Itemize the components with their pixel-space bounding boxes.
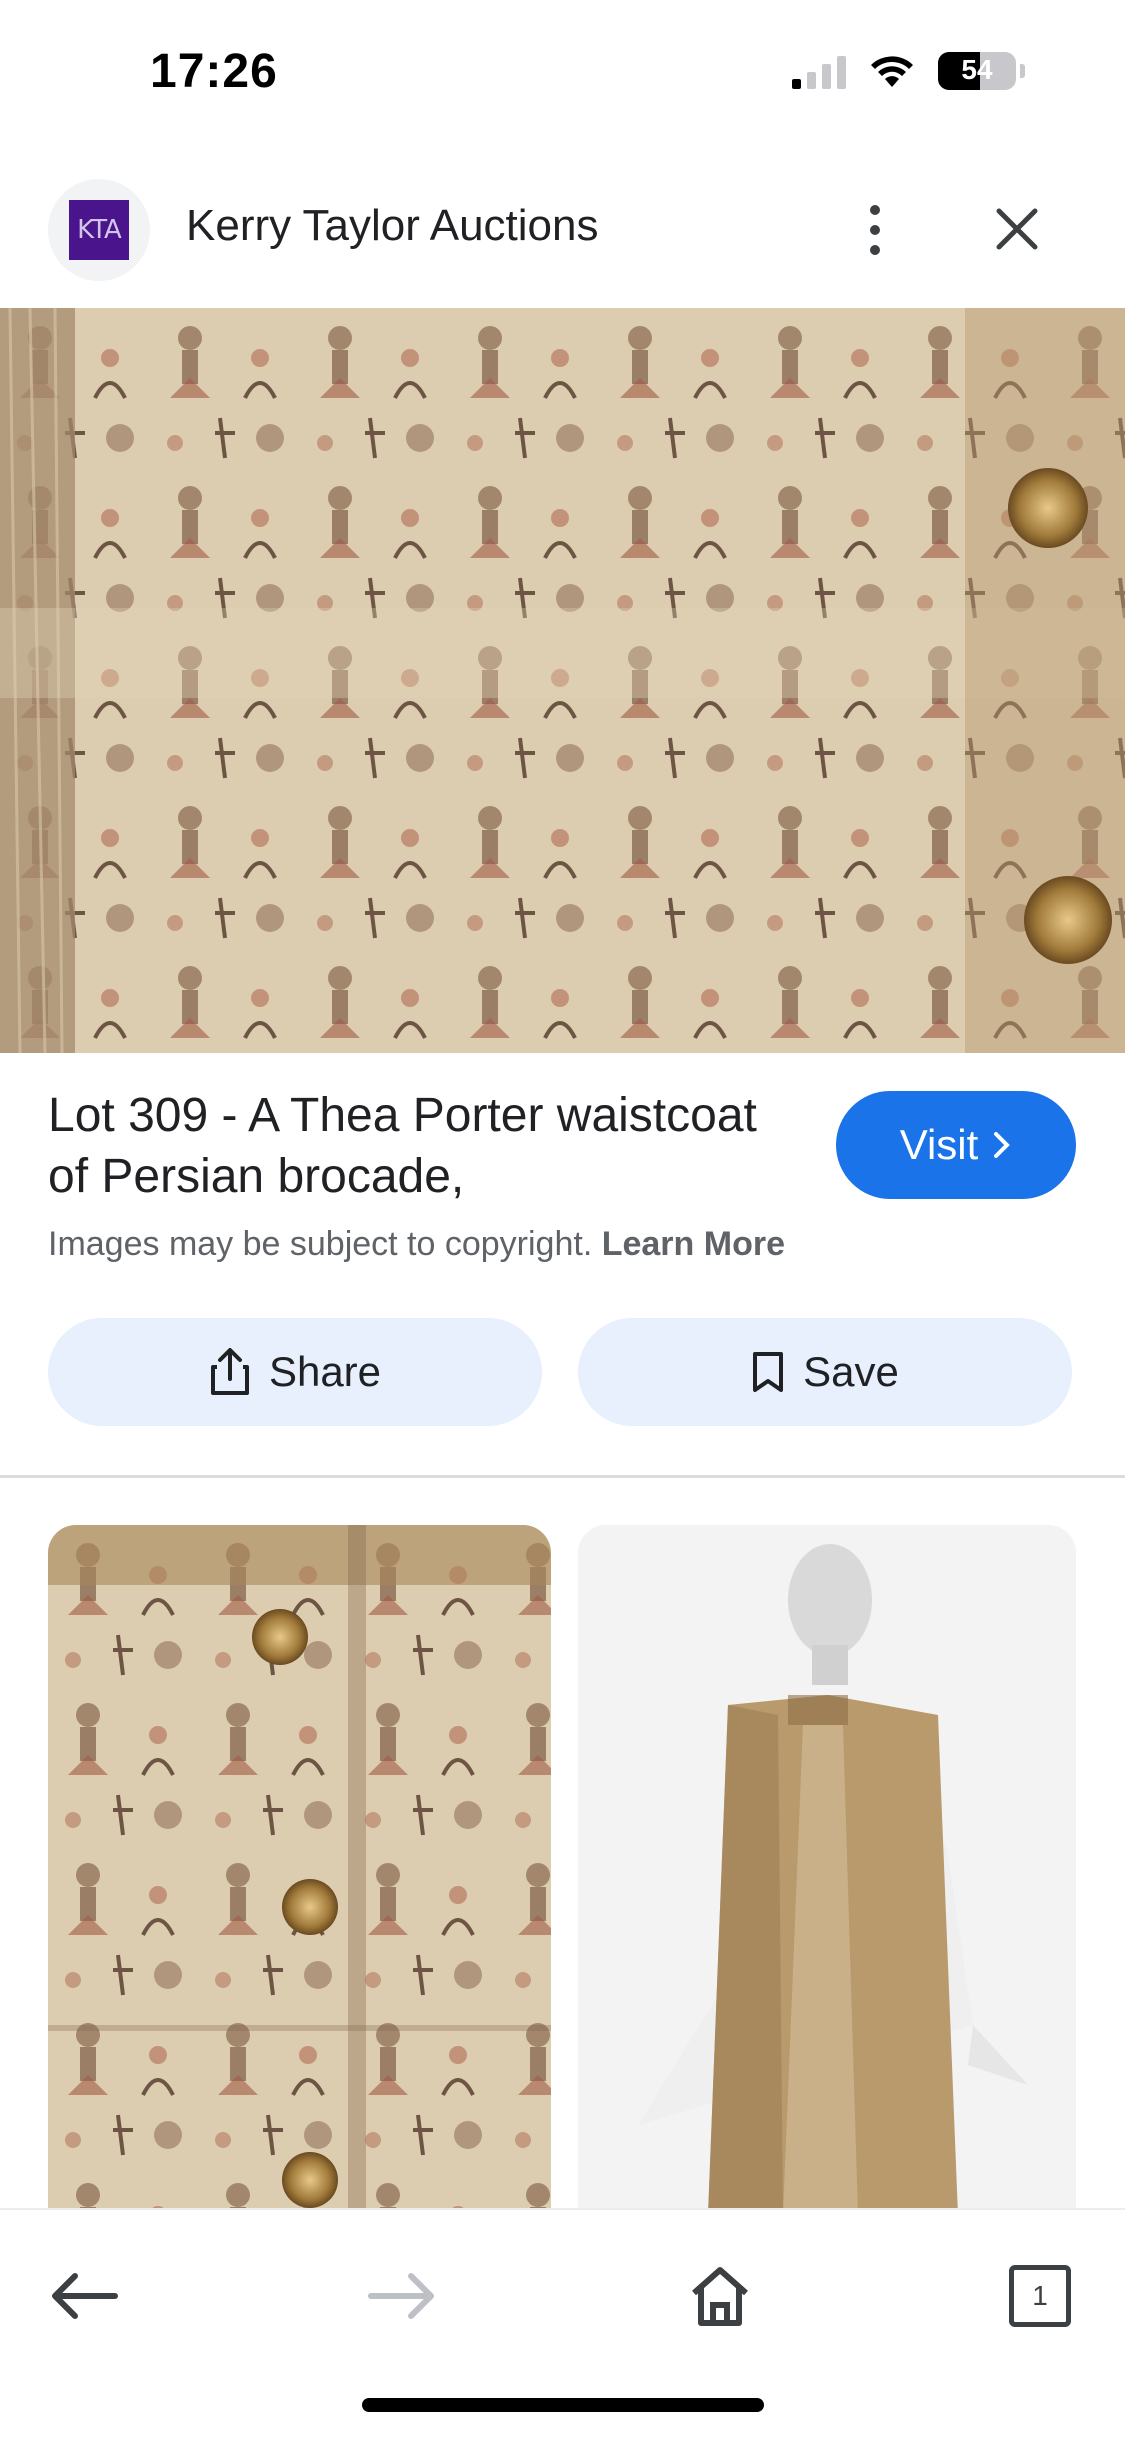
bookmark-icon [753,1352,784,1392]
site-name[interactable]: Kerry Taylor Auctions [186,201,598,251]
page-title[interactable]: Lot 309 - A Thea Porter waistcoat of Per… [48,1085,808,1207]
learn-more-link[interactable]: Learn More [602,1225,785,1263]
tabs-icon: 1 [1009,2265,1071,2327]
visit-button[interactable]: Visit [836,1091,1076,1199]
home-icon [692,2267,748,2326]
status-icons: 54 [792,52,1025,90]
chevron-right-icon [994,1132,1011,1158]
battery-level: 54 [961,54,993,85]
wifi-icon [871,56,913,87]
related-image-closeup[interactable] [48,1525,551,2210]
divider [0,1475,1125,1478]
status-time: 17:26 [150,45,278,98]
visit-label: Visit [899,1121,979,1168]
home-button[interactable] [670,2246,770,2346]
brocade-fabric-image [0,308,1125,1053]
forward-arrow-icon [368,2273,434,2319]
share-button[interactable]: Share [48,1318,542,1426]
home-indicator[interactable] [362,2398,764,2412]
save-button[interactable]: Save [578,1318,1072,1426]
forward-button[interactable] [352,2246,452,2346]
more-options-button[interactable] [845,195,905,265]
share-icon [210,1348,249,1395]
cellular-signal-icon [792,53,846,89]
status-bar: 17:26 54 [0,0,1125,150]
close-icon[interactable] [985,197,1049,261]
battery-tip [1020,64,1025,78]
more-vert-icon [870,205,880,215]
share-label: Share [268,1348,382,1395]
tabs-button[interactable]: 1 [990,2246,1090,2346]
waistcoat-mannequin-image [578,1525,1076,2210]
result-header: KTA Kerry Taylor Auctions [0,175,1125,295]
copyright-notice: Images may be subject to copyright. Lear… [48,1225,785,1264]
back-button[interactable] [34,2246,134,2346]
waistcoat-closeup-image [48,1525,551,2210]
result-title-row: Lot 309 - A Thea Porter waistcoat of Per… [48,1085,1088,1207]
related-image-mannequin[interactable] [578,1525,1076,2210]
copyright-text: Images may be subject to copyright. [48,1225,593,1263]
back-arrow-icon [52,2273,118,2319]
main-result-image[interactable] [0,308,1125,1053]
battery-icon: 54 [938,52,1016,90]
site-favicon[interactable]: KTA [48,179,150,281]
site-logo: KTA [69,200,129,260]
save-label: Save [803,1348,899,1395]
